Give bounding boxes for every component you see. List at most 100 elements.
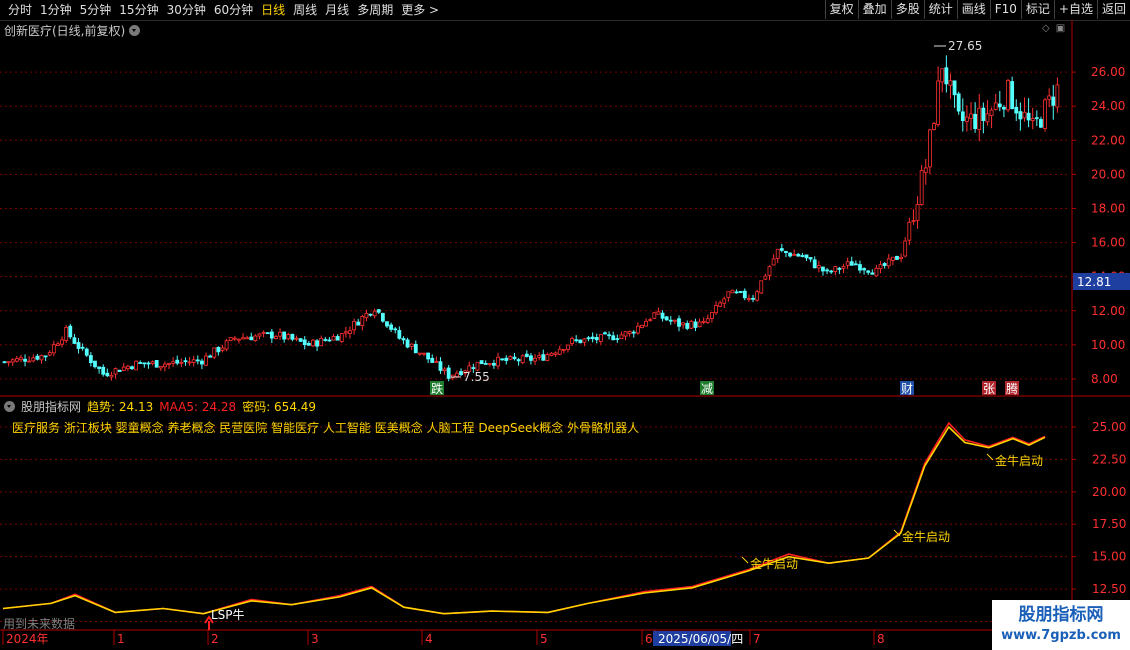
chevron-down-icon[interactable] [4,401,15,412]
candle-body [475,361,480,371]
candle-body [1039,119,1043,128]
candle-body [167,362,171,365]
candle-body [726,291,731,298]
candle-body [389,324,394,330]
candle-body [529,355,533,361]
indicator-tick-label: 15.00 [1092,550,1126,564]
candle-body [146,362,151,365]
candle-body [788,252,792,257]
candle-body [640,324,644,328]
price-tick-label: 10.00 [1091,338,1125,352]
candle-body [142,362,147,365]
candle-body [779,248,784,251]
candle-body [804,254,809,259]
candle-body [1055,84,1060,108]
candle-body [97,366,101,369]
candle-body [51,344,56,354]
candle-body [105,372,110,377]
time-label: 5 [540,632,548,646]
candle-body [191,359,196,363]
candle-body [858,264,862,271]
price-tick-label: 20.00 [1091,167,1125,181]
candle-body [697,321,702,328]
candle-body [685,323,690,329]
candle-body [1043,99,1047,129]
candle-body [1018,111,1023,120]
candle-body [755,291,760,301]
indicator-tick-label: 20.00 [1092,485,1126,499]
candle-body [886,258,891,267]
candle-body [677,318,681,327]
candle-body [117,369,122,372]
candle-body [993,102,998,110]
price-tick-label: 8.00 [1091,372,1118,386]
candle-body [730,289,735,294]
candle-body [648,319,653,322]
candle-body [829,270,834,273]
candle-body [553,352,558,355]
concept-tags: 医疗服务 浙江板块 婴童概念 养老概念 民营医院 智能医疗 人工智能 医美概念 … [12,421,640,435]
candle-body [125,365,130,370]
candle-body [932,123,936,130]
candle-body [27,360,32,363]
candle-body [101,366,106,375]
indicator-tick-label: 25.00 [1092,420,1126,434]
candle-body [68,325,73,338]
candle-body [372,310,377,317]
candle-body [228,337,233,341]
candle-body [652,312,657,319]
candle-body [944,67,949,85]
candle-body [960,111,965,122]
candle-body [187,361,192,364]
price-tick-label: 22.00 [1091,133,1125,147]
candle-body [376,309,381,313]
candle-body [561,348,566,351]
indicator-line-趋势 [2,425,1046,615]
maa5-value: MAA5: 24.28 [159,399,237,414]
candle-body [833,266,838,272]
code-value: 密码: 654.49 [242,400,317,414]
candle-body [442,368,447,372]
time-label: 3 [311,632,319,646]
candle-body [845,261,850,266]
candle-body [492,362,496,366]
candle-body [422,352,426,355]
event-tag-0: 跌 [431,381,443,396]
candle-body [175,359,180,364]
candle-body [413,343,418,354]
candle-body [911,220,916,223]
candle-body [417,352,422,355]
candle-body [1006,80,1010,111]
candle-body [940,68,945,83]
candle-body [113,368,118,375]
candle-body [88,355,93,364]
candle-body [792,253,797,256]
price-tick-label: 16.00 [1091,236,1125,250]
candle-body [306,342,311,346]
candle-body [311,339,315,347]
candle-body [339,333,344,342]
candle-body [590,336,595,340]
time-label: 7 [753,632,761,646]
candle-body [163,363,167,368]
candle-body [701,320,706,323]
candle-body [496,356,500,367]
stock-chart[interactable]: 8.0010.0012.0014.0016.0018.0020.0022.002… [0,0,1130,650]
candle-body [948,80,953,86]
candle-body [997,103,1002,108]
candle-body [656,311,661,315]
candle-body [352,321,356,331]
candle-body [952,80,957,96]
candle-body [393,328,398,331]
candle-body [672,319,677,322]
candle-body [689,320,694,329]
candle-body [1047,95,1052,100]
candle-body [154,360,159,368]
candle-body [837,267,842,270]
candle-body [1034,117,1039,120]
candle-body [508,356,513,360]
candle-body [705,318,710,323]
candle-body [660,312,665,319]
candle-body [479,360,484,365]
candle-body [23,358,27,362]
